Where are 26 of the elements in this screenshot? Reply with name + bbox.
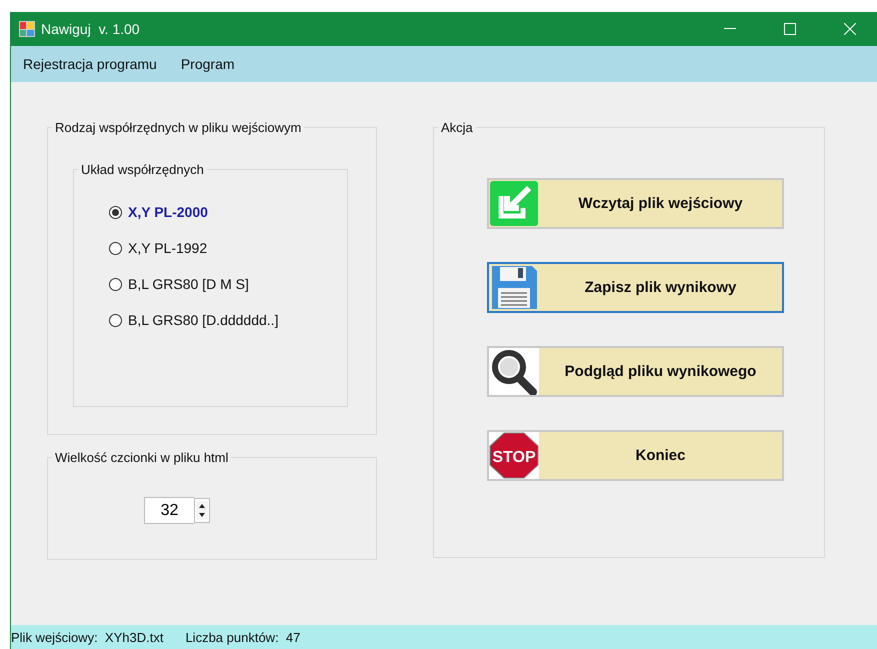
close-icon[interactable] <box>844 23 856 35</box>
radio-option[interactable]: X,Y PL-1992 <box>109 240 347 256</box>
action-button[interactable]: STOP Koniec <box>487 430 784 481</box>
radio-option[interactable]: X,Y PL-2000 <box>109 204 347 220</box>
status-text: Plik wejściowy: XYh3D.txt <box>11 630 164 644</box>
menu-item[interactable]: Rejestracja programu <box>23 56 157 72</box>
group-title: Wielkość czcionki w pliku html <box>52 450 232 465</box>
stop-sign-icon: STOP <box>489 432 539 479</box>
menu-item[interactable]: Program <box>180 56 235 72</box>
status-text: Liczba punktów: 47 <box>185 630 300 644</box>
group-title: Układ współrzędnych <box>78 162 207 177</box>
number-field[interactable]: 32 <box>144 497 194 524</box>
action-button[interactable]: Wczytaj plik wejściowy <box>487 178 784 229</box>
group-title: Akcja <box>438 120 476 135</box>
action-button[interactable]: Podgląd pliku wynikowego <box>487 346 784 397</box>
radio-option[interactable]: B,L GRS80 [D.dddddd..] <box>109 312 347 328</box>
maximize-icon[interactable] <box>784 23 796 35</box>
minimize-icon[interactable] <box>724 28 736 30</box>
up-arrow-icon[interactable] <box>196 501 208 510</box>
magnifier-icon <box>489 348 539 395</box>
arrow-into-box-icon <box>489 180 539 227</box>
group-title: Rodzaj współrzędnych w pliku wejściowym <box>52 120 304 135</box>
window-title: Nawiguj v. 1.00 <box>41 21 141 37</box>
action-button[interactable]: Zapisz plik wynikowy <box>487 262 784 313</box>
app-icon <box>19 21 35 37</box>
radio-option[interactable]: B,L GRS80 [D M S] <box>109 276 347 292</box>
